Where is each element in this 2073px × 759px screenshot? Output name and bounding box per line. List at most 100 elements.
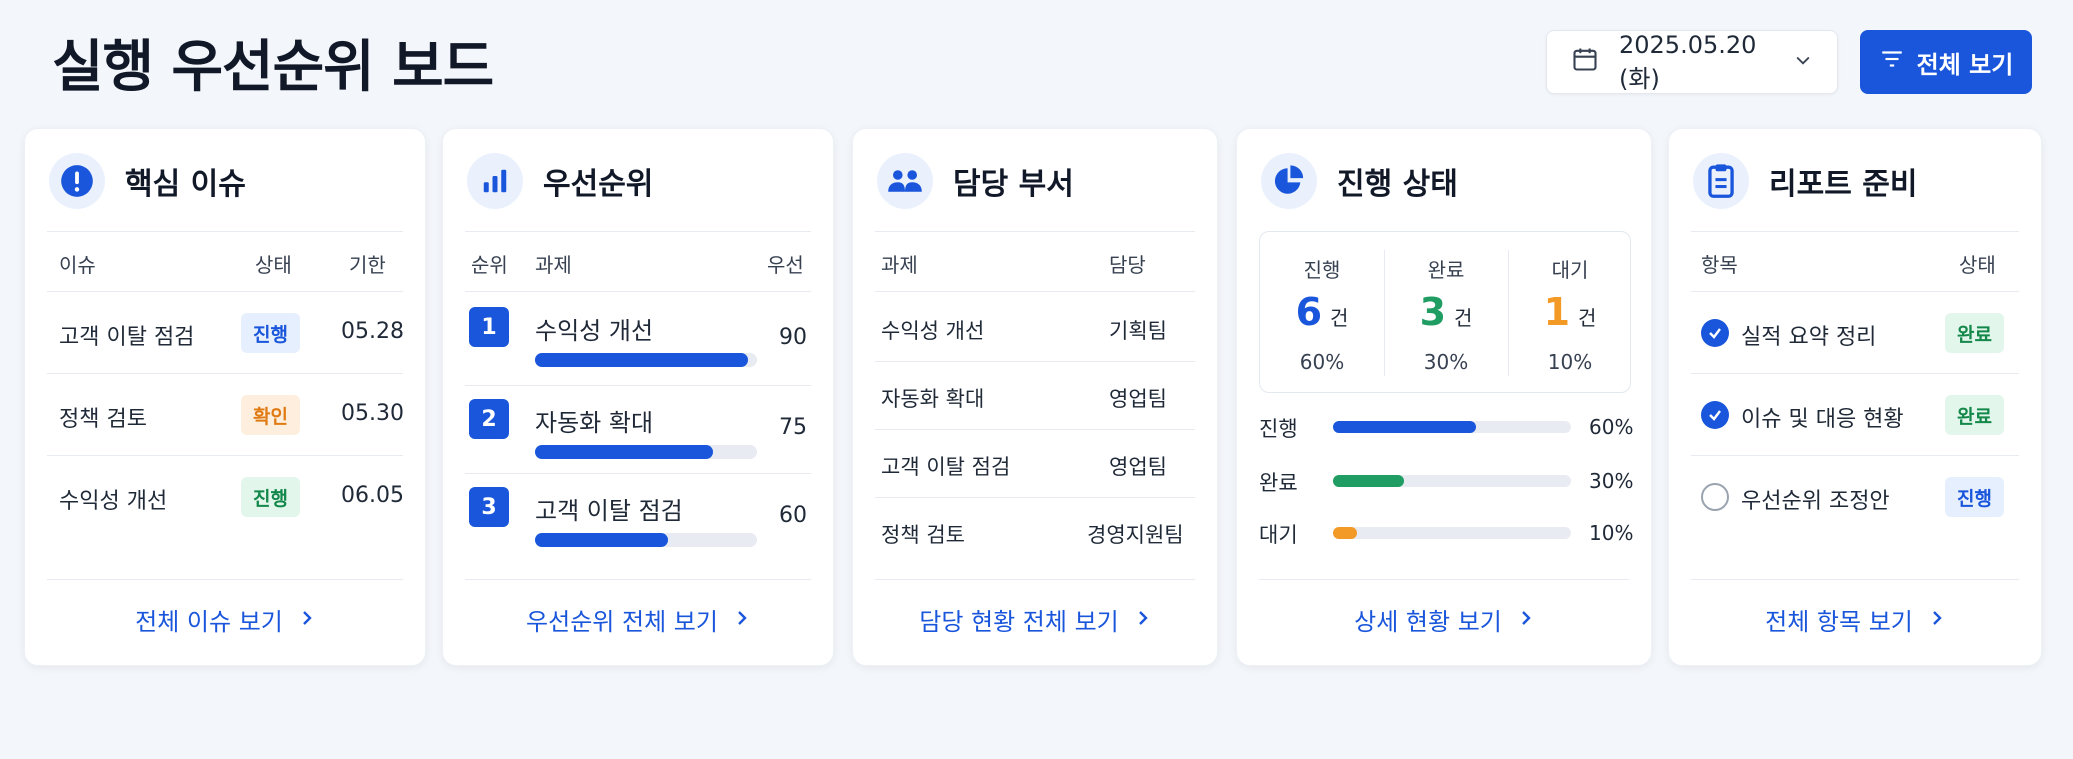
column-header: 순위 — [471, 253, 508, 277]
stat-label: 대기 — [1551, 258, 1589, 282]
card-title: 담당 부서 — [953, 167, 1074, 202]
dept-task: 자동화 확대 — [881, 387, 985, 411]
stat-unit: 건 — [1578, 306, 1597, 330]
filter-icon — [1879, 46, 1905, 78]
view-all-button[interactable]: 전체 보기 — [1860, 30, 2032, 94]
date-picker[interactable]: 2025.05.20 (화) — [1546, 30, 1838, 94]
checkbox-checked[interactable] — [1701, 401, 1729, 429]
task-name: 수익성 개선 — [535, 317, 654, 345]
card-title: 핵심 이슈 — [125, 167, 246, 202]
dept-task: 수익성 개선 — [881, 319, 985, 343]
stat-unit: 건 — [1330, 306, 1349, 330]
column-header: 기한 — [349, 253, 386, 277]
status-badge: 진행 — [241, 313, 300, 353]
bar-percent: 60% — [1589, 415, 1634, 439]
dept-task: 정책 검토 — [881, 523, 965, 547]
progress-bar — [1333, 475, 1571, 487]
checkbox-unchecked[interactable] — [1701, 483, 1729, 511]
stat-count: 3 — [1419, 290, 1447, 334]
status-badge: 진행 — [241, 477, 300, 517]
priority-card: 우선순위 순위 과제 우선 1 수익성 개선 90 2 자동화 확대 75 3 … — [442, 128, 834, 666]
priority-bar — [535, 445, 757, 459]
stat-in-progress: 진행 6건 60% — [1260, 232, 1384, 394]
users-icon — [877, 153, 933, 209]
priority-score: 75 — [779, 415, 807, 440]
status-badge: 진행 — [1945, 477, 2004, 517]
clipboard-icon — [1693, 153, 1749, 209]
page-title: 실행 우선순위 보드 — [52, 35, 494, 100]
card-title: 진행 상태 — [1337, 167, 1458, 202]
bar-percent: 10% — [1589, 521, 1634, 545]
bar-label: 완료 — [1259, 471, 1298, 495]
column-header: 상태 — [1959, 253, 1996, 277]
stat-count: 1 — [1543, 290, 1571, 334]
calendar-icon — [1571, 45, 1599, 79]
issues-card: 핵심 이슈 이슈 상태 기한 고객 이탈 점검 진행 05.28 정책 검토 확… — [24, 128, 426, 666]
stat-waiting: 대기 1건 10% — [1508, 232, 1632, 394]
footer-link-label: 상세 현황 보기 — [1354, 608, 1502, 636]
bar-percent: 30% — [1589, 469, 1634, 493]
view-all-issues-link[interactable]: 전체 이슈 보기 — [25, 602, 425, 637]
issue-name: 정책 검토 — [59, 407, 147, 432]
dept-owner: 영업팀 — [1109, 387, 1167, 411]
task-name: 자동화 확대 — [535, 409, 654, 437]
chevron-right-icon — [734, 606, 750, 634]
report-item: 우선순위 조정안 — [1741, 489, 1890, 514]
exclamation-circle-icon — [49, 153, 105, 209]
chevron-right-icon — [1518, 606, 1534, 634]
dept-owner: 기획팀 — [1109, 319, 1167, 343]
status-summary: 진행 6건 60% 완료 3건 30% 대기 1건 10% — [1259, 231, 1631, 393]
column-header: 항목 — [1701, 253, 1738, 277]
dept-task: 고객 이탈 점검 — [881, 455, 1011, 479]
bar-label: 진행 — [1259, 417, 1298, 441]
date-value: 2025.05.20 (화) — [1619, 30, 1757, 93]
priority-bar — [535, 353, 757, 367]
report-item: 실적 요약 정리 — [1741, 325, 1877, 350]
column-header: 과제 — [535, 253, 572, 277]
stat-count: 6 — [1295, 290, 1323, 334]
pie-chart-icon — [1261, 153, 1317, 209]
footer-link-label: 우선순위 전체 보기 — [526, 608, 718, 636]
rank-badge: 1 — [469, 307, 509, 347]
footer-link-label: 담당 현황 전체 보기 — [919, 608, 1119, 636]
priority-score: 60 — [779, 503, 807, 528]
chevron-right-icon — [1929, 606, 1945, 634]
stat-label: 진행 — [1303, 258, 1341, 282]
issue-name: 고객 이탈 점검 — [59, 325, 195, 350]
report-card: 리포트 준비 항목 상태 실적 요약 정리 완료 이슈 및 대응 현황 완료 우… — [1668, 128, 2042, 666]
priority-score: 90 — [779, 325, 807, 350]
report-item: 이슈 및 대응 현황 — [1741, 407, 1904, 432]
column-header: 이슈 — [59, 253, 96, 277]
stat-percent: 30% — [1423, 350, 1469, 374]
chevron-right-icon — [1135, 606, 1151, 634]
dept-owner: 경영지원팀 — [1087, 523, 1184, 547]
card-title: 리포트 준비 — [1769, 167, 1918, 202]
view-all-priority-link[interactable]: 우선순위 전체 보기 — [443, 602, 833, 637]
status-badge: 완료 — [1945, 313, 2004, 353]
stat-percent: 60% — [1299, 350, 1345, 374]
view-all-departments-link[interactable]: 담당 현황 전체 보기 — [853, 602, 1217, 637]
chevron-down-icon — [1793, 48, 1813, 76]
bar-chart-icon — [467, 153, 523, 209]
stat-unit: 건 — [1454, 306, 1473, 330]
dept-owner: 영업팀 — [1109, 455, 1167, 479]
departments-card: 담당 부서 과제 담당 수익성 개선 기획팀 자동화 확대 영업팀 고객 이탈 … — [852, 128, 1218, 666]
progress-bar — [1333, 421, 1571, 433]
chevron-right-icon — [299, 606, 315, 634]
footer-link-label: 전체 항목 보기 — [1765, 608, 1913, 636]
view-detail-status-link[interactable]: 상세 현황 보기 — [1237, 602, 1651, 637]
rank-badge: 3 — [469, 487, 509, 527]
checkbox-checked[interactable] — [1701, 319, 1729, 347]
issue-name: 수익성 개선 — [59, 489, 168, 514]
issue-due: 06.05 — [341, 483, 404, 508]
column-header: 담당 — [1109, 253, 1146, 277]
column-header: 우선 — [767, 253, 804, 277]
footer-link-label: 전체 이슈 보기 — [135, 608, 283, 636]
progress-card: 진행 상태 진행 6건 60% 완료 3건 30% 대기 1건 10% 진행 6… — [1236, 128, 1652, 666]
stat-label: 완료 — [1427, 258, 1465, 282]
issue-due: 05.30 — [341, 401, 404, 426]
view-all-items-link[interactable]: 전체 항목 보기 — [1669, 602, 2041, 637]
stat-done: 완료 3건 30% — [1384, 232, 1508, 394]
bar-label: 대기 — [1259, 523, 1298, 547]
column-header: 상태 — [255, 253, 292, 277]
